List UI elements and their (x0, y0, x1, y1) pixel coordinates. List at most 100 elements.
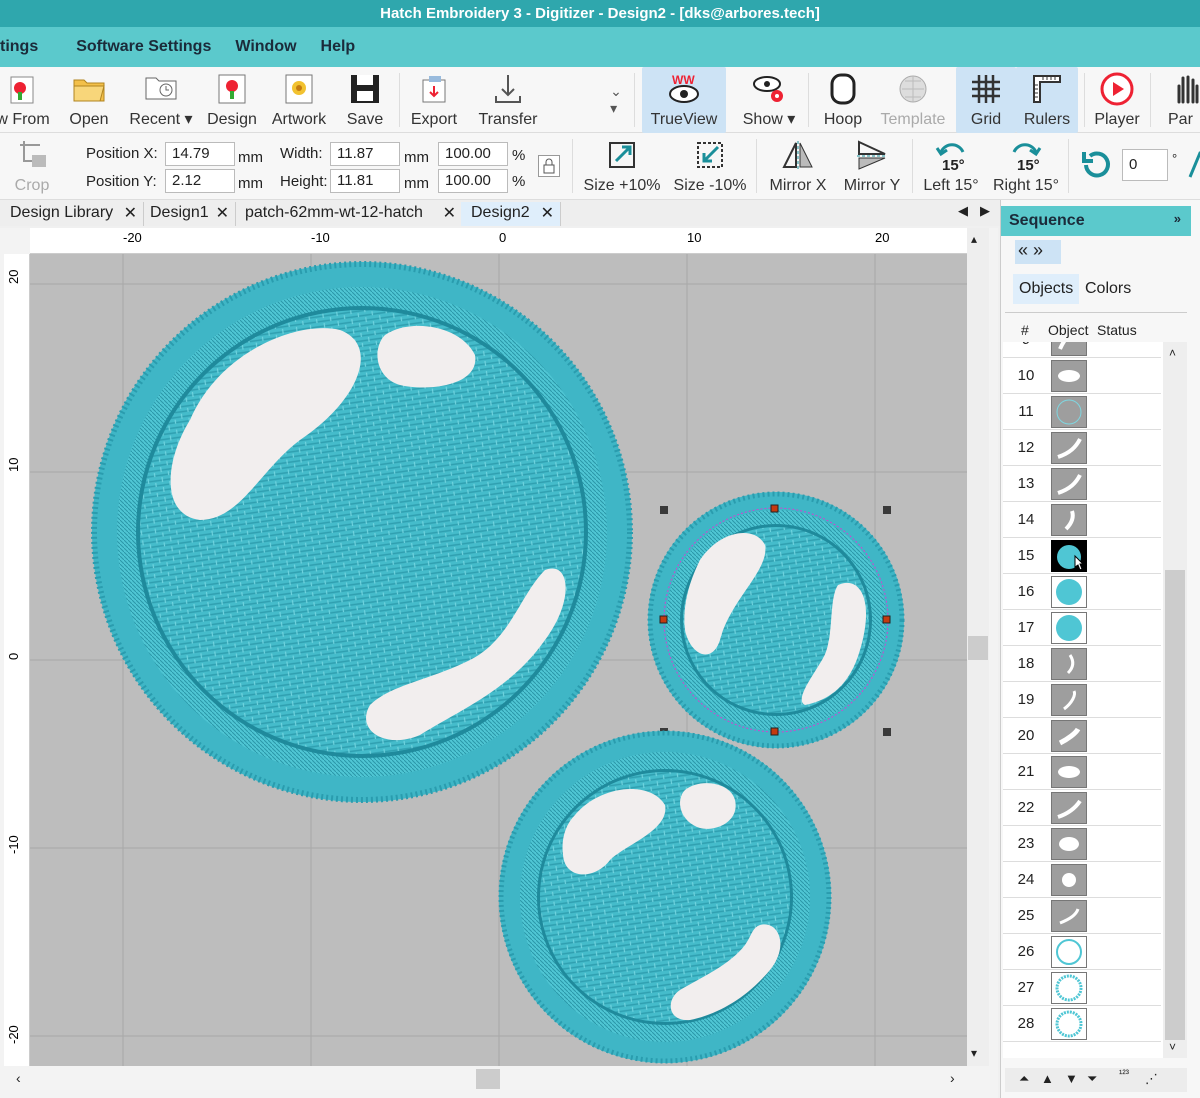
large-bubble-patch[interactable] (91, 261, 633, 803)
tab-design-library[interactable]: Design Library ✕ (0, 202, 144, 226)
size-minus-button[interactable]: Size -10% (670, 133, 750, 199)
list-item[interactable]: 18 (1003, 646, 1161, 682)
rotate-right-15-button[interactable]: 15° Right 15° (990, 133, 1062, 199)
design-button[interactable]: Design (203, 67, 261, 133)
close-icon[interactable]: ✕ (216, 203, 229, 223)
width-input[interactable]: 11.87 (330, 142, 400, 166)
collapse-icon[interactable]: » (1174, 211, 1181, 226)
rotate-left-15-button[interactable]: 15° Left 15° (918, 133, 984, 199)
chevrons-left-icon[interactable]: « (1018, 240, 1028, 260)
sequence-nav[interactable]: « » (1015, 240, 1061, 264)
scale-height-input[interactable]: 100.00 (438, 169, 508, 193)
list-item[interactable]: 13 (1003, 466, 1161, 502)
canvas-horizontal-scrollbar[interactable]: ‹ › (0, 1066, 967, 1094)
tab-design2[interactable]: Design2 ✕ (461, 202, 561, 226)
menu-help[interactable]: Help (309, 38, 368, 56)
small-bubble-patch-selected[interactable] (647, 491, 905, 749)
scroll-right-icon[interactable]: › (950, 1070, 955, 1086)
sequence-list[interactable]: 9 10 11 12 13 14 15 16 17 18 19 20 21 22… (1003, 342, 1165, 1058)
save-button[interactable]: Save (340, 67, 390, 133)
hoop-button[interactable]: Hoop (816, 67, 870, 133)
template-button[interactable]: Template (878, 67, 948, 133)
tab-objects[interactable]: Objects (1013, 274, 1079, 304)
list-item[interactable]: 15 (1003, 538, 1161, 574)
list-item[interactable]: 23 (1003, 826, 1161, 862)
list-item[interactable]: 25 (1003, 898, 1161, 934)
new-from-button[interactable]: w From (0, 67, 58, 133)
position-y-input[interactable]: 2.12 (165, 169, 235, 193)
tab-colors[interactable]: Colors (1085, 280, 1131, 298)
scroll-thumb[interactable] (968, 636, 988, 660)
scroll-down-icon[interactable]: ˅ (1169, 1040, 1176, 1054)
close-icon[interactable]: ✕ (443, 203, 456, 223)
list-item[interactable]: 12 (1003, 430, 1161, 466)
position-x-input[interactable]: 14.79 (165, 142, 235, 166)
menu-window[interactable]: Window (223, 38, 308, 56)
recent-button[interactable]: Recent ▾ (126, 67, 196, 133)
list-item[interactable]: 19 (1003, 682, 1161, 718)
open-button[interactable]: Open (62, 67, 116, 133)
scroll-thumb[interactable] (476, 1069, 500, 1089)
divider (1005, 312, 1187, 313)
pan-button[interactable]: Par (1168, 67, 1200, 133)
trueview-button[interactable]: WW TrueView (642, 67, 726, 133)
list-item[interactable]: 21 (1003, 754, 1161, 790)
list-item[interactable]: 27 (1003, 970, 1161, 1006)
move-first-icon[interactable]: ⏶ (1019, 1071, 1029, 1087)
close-icon[interactable]: ✕ (124, 203, 137, 223)
slant-icon[interactable] (1186, 149, 1200, 181)
crop-button[interactable]: Crop (8, 133, 56, 199)
scroll-left-icon[interactable]: ‹ (16, 1070, 21, 1086)
move-up-icon[interactable]: ▲ (1041, 1071, 1054, 1086)
rotate-icon[interactable] (1078, 147, 1114, 183)
scroll-up-icon[interactable]: ˄ (1169, 346, 1176, 360)
mirror-y-button[interactable]: Mirror Y (838, 133, 906, 199)
scroll-thumb[interactable] (1165, 570, 1185, 1040)
export-button[interactable]: Export (406, 67, 462, 133)
toolbar-divider (1150, 73, 1151, 127)
menu-settings[interactable]: tings (0, 38, 50, 56)
list-item[interactable]: 10 (1003, 358, 1161, 394)
size-plus-button[interactable]: Size +10% (580, 133, 664, 199)
list-item[interactable]: 17 (1003, 610, 1161, 646)
list-item[interactable]: 22 (1003, 790, 1161, 826)
list-item[interactable]: 20 (1003, 718, 1161, 754)
artwork-button[interactable]: Artwork (268, 67, 330, 133)
grid-button[interactable]: Grid (956, 67, 1016, 133)
resequence-icon[interactable]: ¹²³ (1119, 1069, 1129, 1080)
mirror-x-button[interactable]: Mirror X (764, 133, 832, 199)
player-button[interactable]: Player (1090, 67, 1144, 133)
sort-icon[interactable]: ⋰ (1145, 1071, 1158, 1087)
menu-software-settings[interactable]: Software Settings (64, 38, 223, 56)
list-item[interactable]: 16 (1003, 574, 1161, 610)
list-item[interactable]: 26 (1003, 934, 1161, 970)
height-input[interactable]: 11.81 (330, 169, 400, 193)
tab-scroll-left-icon[interactable]: ◀ (958, 203, 968, 219)
scale-width-input[interactable]: 100.00 (438, 142, 508, 166)
lock-proportion-icon[interactable] (538, 155, 560, 177)
rulers-button[interactable]: Rulers (1016, 67, 1078, 133)
design-canvas[interactable] (30, 254, 967, 1066)
transfer-button[interactable]: Transfer (474, 67, 542, 133)
canvas-vertical-scrollbar[interactable]: ▴ ▾ (967, 228, 989, 1066)
move-down-icon[interactable]: ▼ (1065, 1071, 1078, 1086)
rotate-angle-input[interactable]: 0 (1122, 149, 1168, 181)
tab-patch[interactable]: patch-62mm-wt-12-hatch ✕ (235, 202, 463, 226)
scroll-up-icon[interactable]: ▴ (971, 232, 977, 246)
tab-scroll-right-icon[interactable]: ▶ (980, 203, 990, 219)
close-icon[interactable]: ✕ (541, 203, 554, 223)
list-item[interactable]: 9 (1003, 342, 1161, 358)
list-item[interactable]: 11 (1003, 394, 1161, 430)
list-item[interactable]: 28 (1003, 1006, 1161, 1042)
show-button[interactable]: Show ▾ (736, 67, 802, 133)
list-item[interactable]: 14 (1003, 502, 1161, 538)
tab-design1[interactable]: Design1 ✕ (140, 202, 236, 226)
toolbar-overflow-chevron-icon[interactable]: ⌄ ▾ (606, 67, 626, 133)
move-last-icon[interactable]: ⏷ (1087, 1071, 1097, 1087)
sequence-scrollbar[interactable]: ˄ ˅ (1163, 342, 1187, 1058)
scroll-down-icon[interactable]: ▾ (971, 1046, 977, 1060)
medium-bubble-patch[interactable] (498, 730, 832, 1064)
chevrons-right-icon[interactable]: » (1033, 240, 1043, 260)
size-down-icon (692, 137, 728, 173)
list-item[interactable]: 24 (1003, 862, 1161, 898)
